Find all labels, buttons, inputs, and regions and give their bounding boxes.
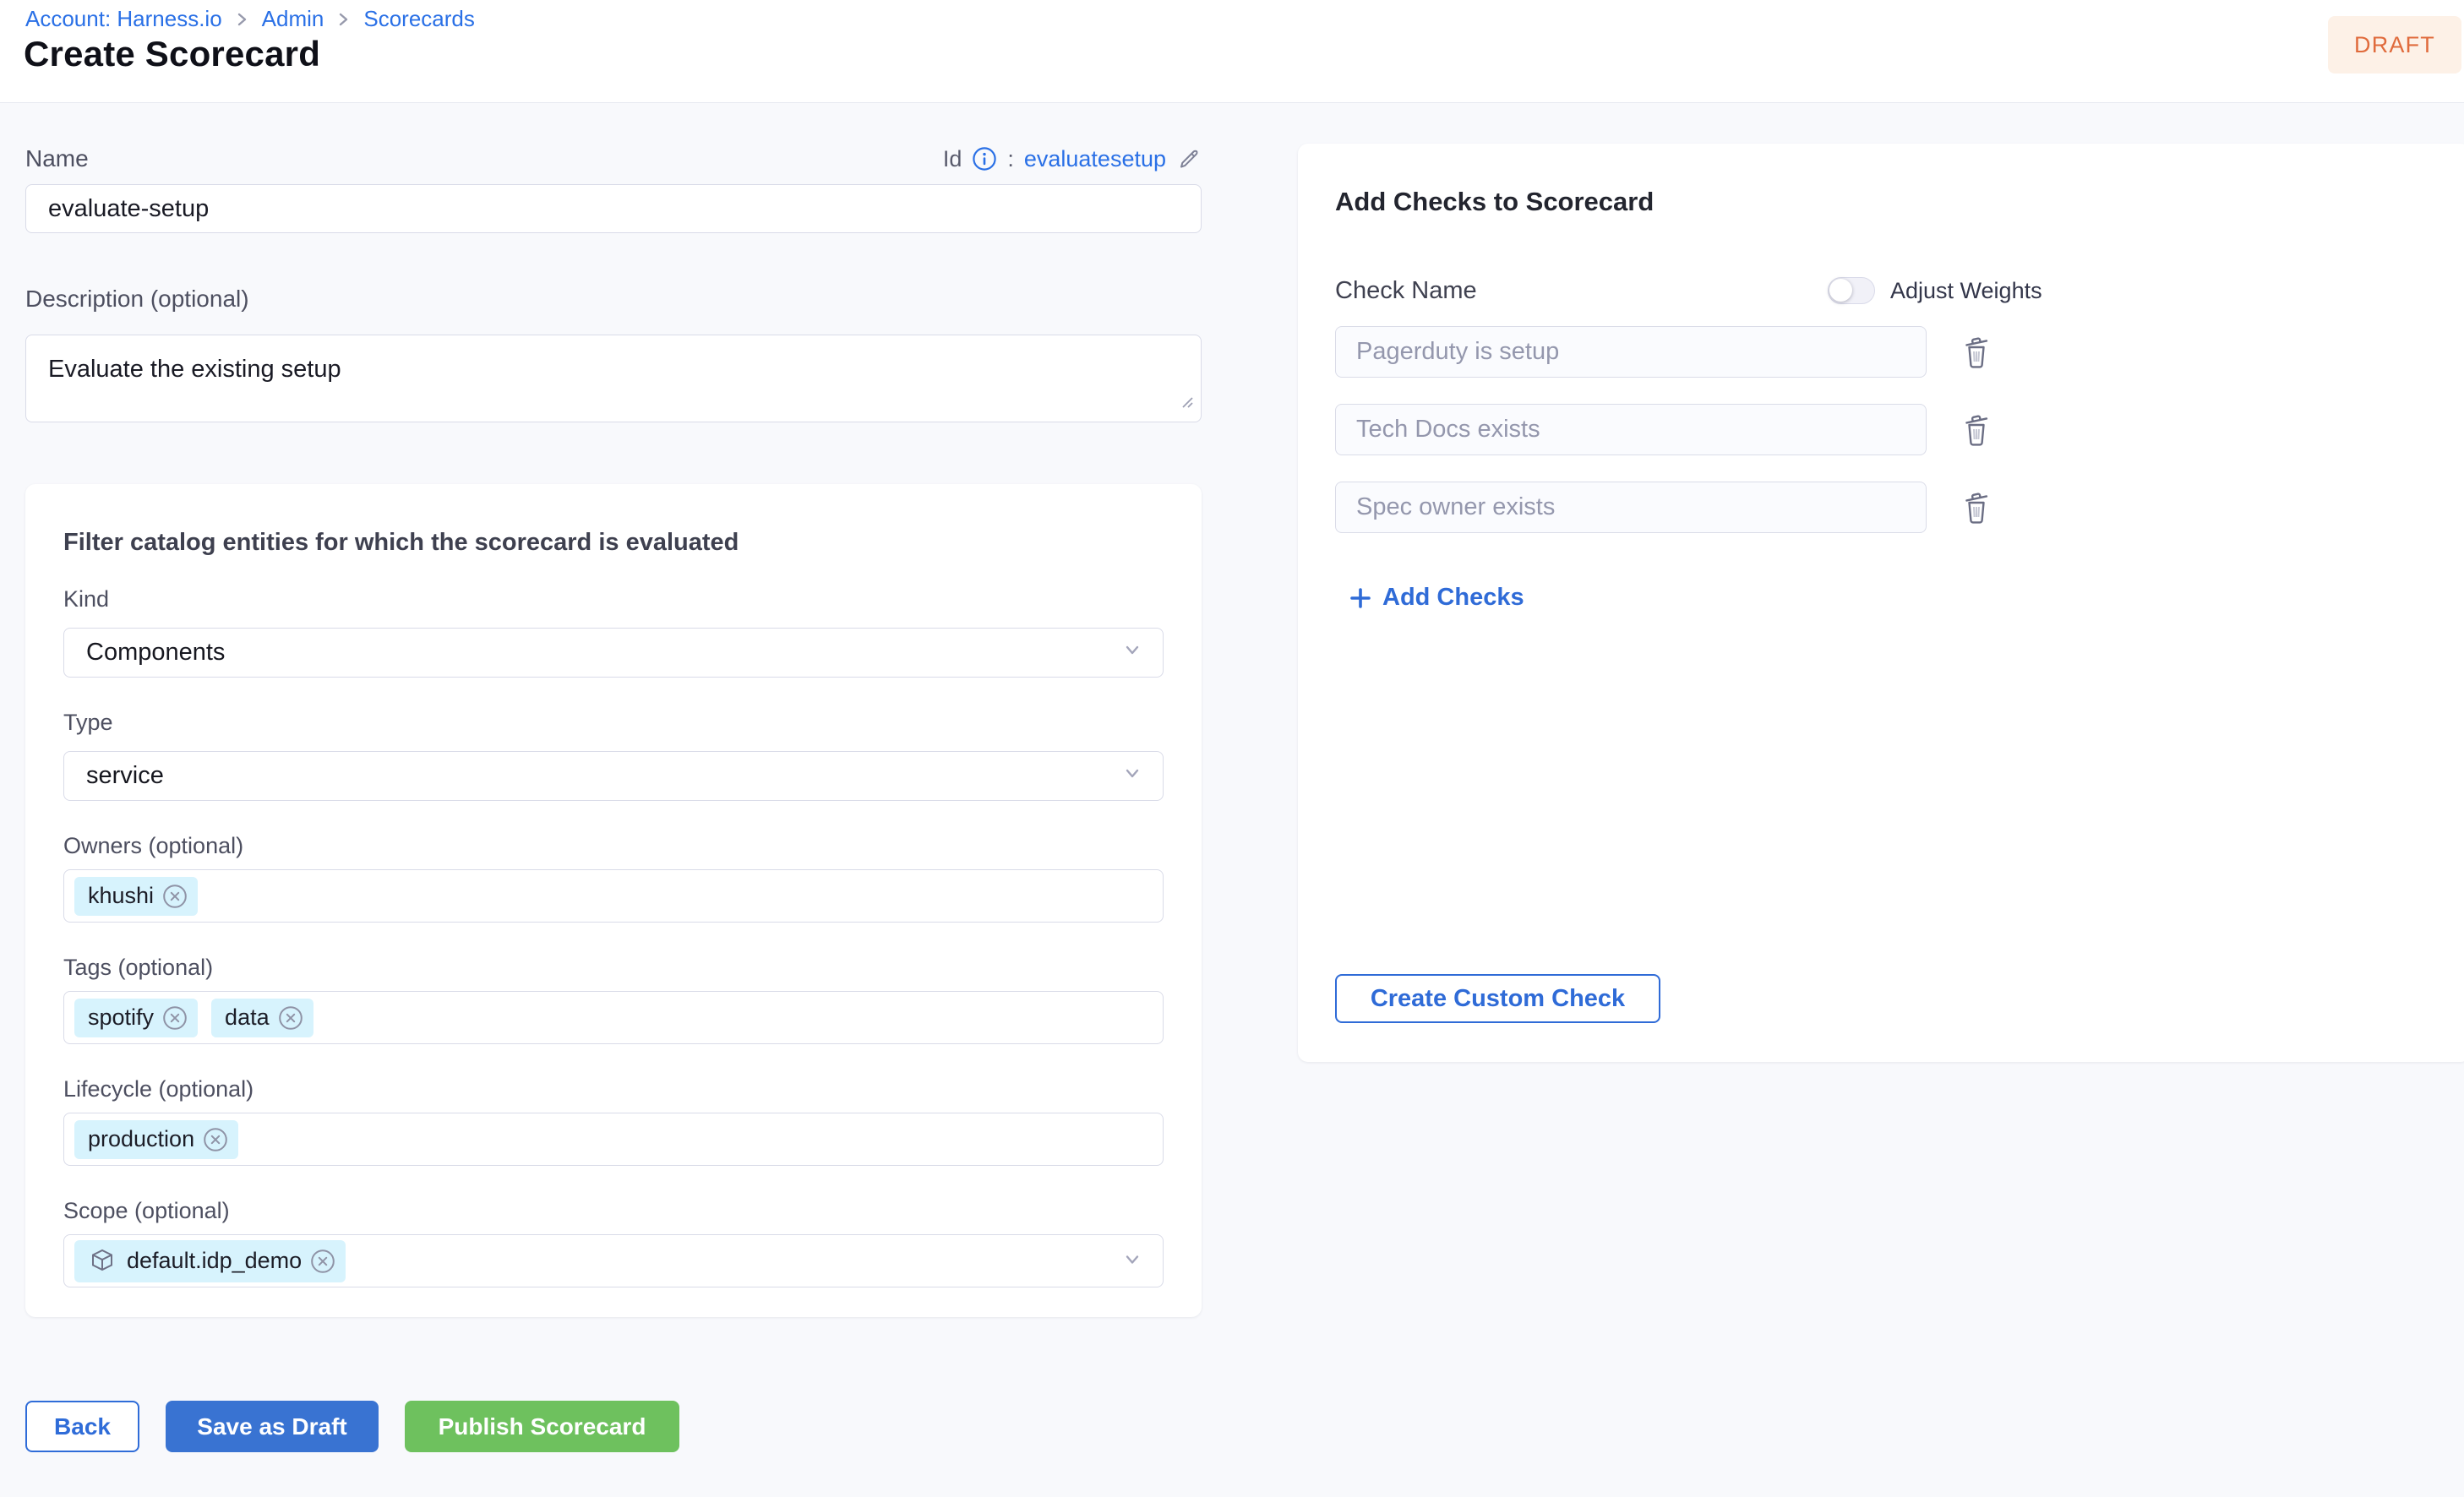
owners-input[interactable]: khushi [63,869,1164,923]
tag-chip: spotify [74,998,199,1037]
edit-pencil-icon[interactable] [1176,146,1202,171]
owner-chip-label: khushi [88,883,155,908]
remove-chip-icon[interactable] [310,1249,335,1274]
tag-chip: data [211,998,313,1037]
lifecycle-chip: production [74,1119,239,1159]
save-as-draft-button[interactable]: Save as Draft [166,1401,379,1452]
breadcrumb-separator-icon [236,11,248,28]
adjust-weights-toggle[interactable] [1828,277,1875,304]
footer-actions: Back Save as Draft Publish Scorecard [25,1401,1202,1452]
info-icon[interactable] [972,146,997,171]
name-label: Name [25,145,89,171]
kind-select-value: Components [86,639,226,666]
breadcrumb-scorecards-link[interactable]: Scorecards [363,5,475,34]
check-row [1335,326,2464,378]
description-field: Evaluate the existing setup [25,335,1202,422]
description-textarea[interactable]: Evaluate the existing setup [25,335,1202,422]
delete-check-icon[interactable] [1960,490,1992,525]
breadcrumb-separator-icon [337,11,350,28]
delete-check-icon[interactable] [1960,335,1992,370]
lifecycle-chip-label: production [88,1126,195,1151]
filter-title: Filter catalog entities for which the sc… [63,529,739,556]
tag-chip-label: spotify [88,1004,155,1030]
scope-chip-label: default.idp_demo [127,1248,303,1273]
name-header-row: Name Id : evaluatesetup [25,144,1202,174]
kind-label: Kind [63,586,110,612]
delete-check-icon[interactable] [1960,412,1992,448]
breadcrumb-account-link[interactable]: Account: Harness.io [25,5,222,34]
checks-panel: Add Checks to Scorecard Check Name Adjus… [1298,144,2464,1062]
page-header: Account: Harness.io Admin Scorecards Cre… [0,0,2464,103]
scorecard-form: Name Id : evaluatesetup Description (opt… [25,144,1202,1452]
tags-input[interactable]: spotify data [63,991,1164,1044]
check-row [1335,404,2464,455]
cube-icon [88,1247,117,1276]
filter-card: Filter catalog entities for which the sc… [25,484,1202,1317]
kind-select[interactable]: Components [63,628,1164,678]
check-name-column-label: Check Name [1335,277,1477,304]
breadcrumb: Account: Harness.io Admin Scorecards [25,5,475,34]
remove-chip-icon[interactable] [162,1005,188,1031]
check-name-input[interactable] [1335,482,1927,533]
type-label: Type [63,710,113,735]
id-value-link[interactable]: evaluatesetup [1024,146,1166,172]
breadcrumb-admin-link[interactable]: Admin [262,5,324,34]
owners-label: Owners (optional) [63,833,244,858]
tag-chip-label: data [225,1004,270,1030]
scope-select[interactable]: default.idp_demo [63,1234,1164,1287]
resize-grip-icon[interactable] [1178,393,1195,414]
adjust-weights-label: Adjust Weights [1890,277,2042,303]
description-label: Description (optional) [25,286,249,312]
add-checks-button[interactable]: Add Checks [1349,584,1524,612]
chevron-down-icon [1120,638,1144,668]
scope-chip: default.idp_demo [74,1239,346,1282]
status-badge: DRAFT [2328,16,2461,73]
check-name-input[interactable] [1335,404,1927,455]
toggle-knob [1829,279,1852,302]
back-button[interactable]: Back [25,1401,139,1452]
check-name-input[interactable] [1335,326,1927,378]
id-separator: : [1007,145,1014,171]
remove-chip-icon[interactable] [278,1005,303,1031]
checks-panel-title: Add Checks to Scorecard [1335,187,1654,216]
chevron-down-icon [1120,1247,1144,1275]
type-select-value: service [86,762,164,789]
lifecycle-label: Lifecycle (optional) [63,1076,254,1102]
create-custom-check-button[interactable]: Create Custom Check [1335,974,1660,1023]
adjust-weights-group: Adjust Weights [1828,274,2042,308]
remove-chip-icon[interactable] [162,884,188,909]
name-input[interactable] [25,184,1202,233]
lifecycle-input[interactable]: production [63,1113,1164,1166]
scope-label: Scope (optional) [63,1198,230,1223]
chevron-down-icon [1120,761,1144,792]
publish-scorecard-button[interactable]: Publish Scorecard [405,1401,679,1452]
remove-chip-icon[interactable] [203,1127,228,1152]
checks-header-row: Check Name Adjust Weights [1335,274,2096,308]
plus-icon [1349,586,1372,610]
check-row [1335,482,2464,533]
id-row: Id : evaluatesetup [943,146,1202,172]
page-title: Create Scorecard [24,34,321,73]
type-select[interactable]: service [63,751,1164,801]
add-checks-label: Add Checks [1382,584,1524,611]
tags-label: Tags (optional) [63,955,214,980]
id-label: Id [942,145,962,171]
owner-chip: khushi [74,876,199,916]
